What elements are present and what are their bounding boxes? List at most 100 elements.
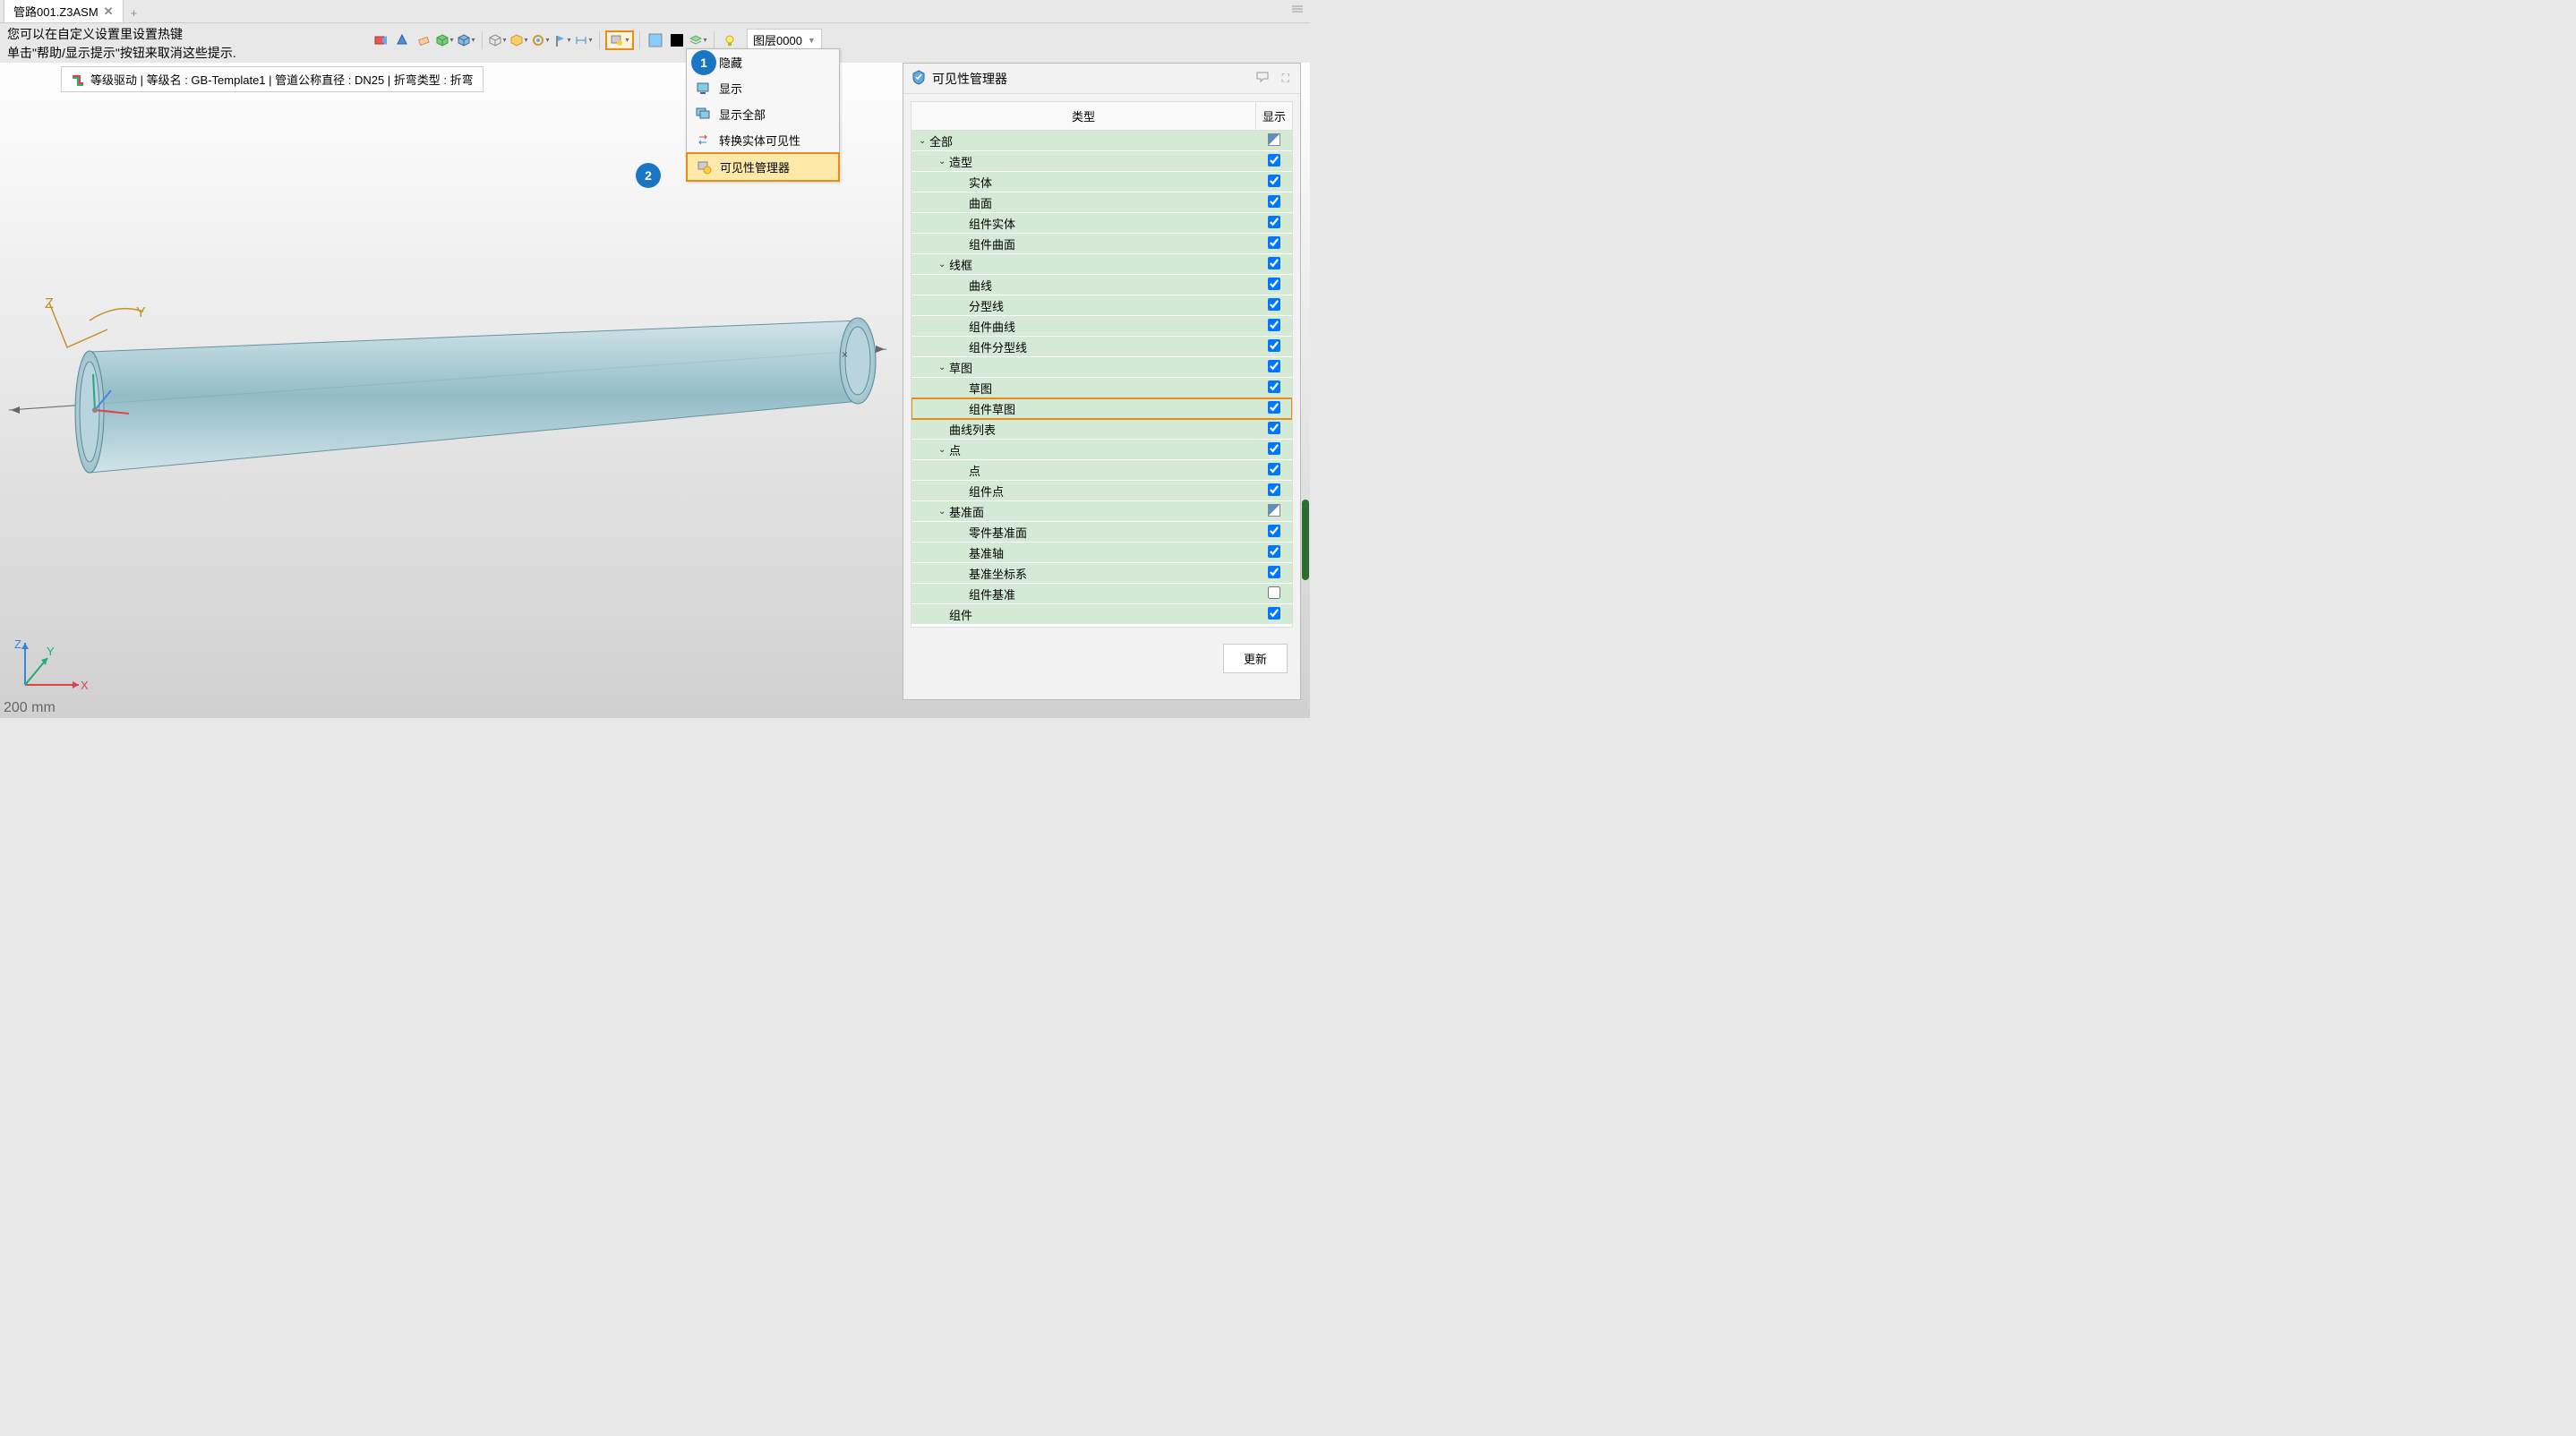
menu-show-all[interactable]: 显示全部 [687, 101, 839, 127]
toggle-icon[interactable]: ⌄ [938, 507, 949, 517]
tree-row[interactable]: 组件草图 [911, 398, 1292, 419]
visibility-dropdown-button[interactable] [605, 30, 634, 50]
tree-label: 组件 [949, 606, 972, 623]
visibility-manager-panel: 可见性管理器 ⛶ 类型 显示 ⌄全部⌄造型实体曲面组件实体组件曲面⌄线框曲线分型… [903, 63, 1301, 700]
color-black-button[interactable] [667, 30, 687, 50]
tree-row[interactable]: 组件分型线 [911, 337, 1292, 357]
svg-text:Y: Y [47, 645, 55, 658]
tab-menu-icon[interactable] [1290, 4, 1305, 17]
breadcrumb-text: 等级驱动 | 等级名 : GB-Template1 | 管道公称直径 : DN2… [90, 71, 474, 88]
visibility-checkbox[interactable] [1256, 401, 1292, 416]
hint-text: 您可以在自定义设置里设置热键 单击"帮助/显示提示"按钮来取消这些提示. [7, 25, 236, 63]
update-button[interactable]: 更新 [1223, 644, 1288, 673]
tree-label: 组件分型线 [969, 338, 1027, 355]
visibility-checkbox[interactable] [1256, 545, 1292, 560]
visibility-checkbox[interactable] [1256, 463, 1292, 478]
tool-1-icon[interactable] [371, 30, 390, 50]
flag-icon[interactable] [552, 30, 572, 50]
tree-row[interactable]: ⌄草图 [911, 357, 1292, 378]
visibility-checkbox[interactable] [1256, 380, 1292, 396]
visibility-checkbox[interactable] [1256, 422, 1292, 437]
visibility-checkbox[interactable] [1256, 133, 1292, 149]
tree-row[interactable]: 分型线 [911, 295, 1292, 316]
tree-row[interactable]: 零件基准面 [911, 522, 1292, 543]
visibility-checkbox[interactable] [1256, 257, 1292, 272]
toggle-icon[interactable]: ⌄ [938, 260, 949, 269]
callout-2: 2 [636, 163, 661, 188]
eraser-icon[interactable] [414, 30, 433, 50]
tree-row[interactable]: ⌄造型 [911, 151, 1292, 172]
visibility-checkbox[interactable] [1256, 442, 1292, 457]
visibility-checkbox[interactable] [1256, 607, 1292, 622]
visibility-checkbox[interactable] [1256, 236, 1292, 252]
menu-show[interactable]: 显示 [687, 75, 839, 101]
scroll-handle[interactable] [1302, 500, 1309, 580]
color-blue-button[interactable] [646, 30, 665, 50]
breadcrumb: 等级驱动 | 等级名 : GB-Template1 | 管道公称直径 : DN2… [61, 66, 484, 92]
tree-row[interactable]: 点 [911, 460, 1292, 481]
tree-row[interactable]: ⌄基准面 [911, 501, 1292, 522]
add-tab-button[interactable]: + [124, 4, 145, 22]
visibility-checkbox[interactable] [1256, 339, 1292, 355]
visibility-checkbox[interactable] [1256, 566, 1292, 581]
tree-row[interactable]: 曲线列表 [911, 419, 1292, 440]
tree-row[interactable]: 组件基准 [911, 584, 1292, 604]
tree-row[interactable]: ⌄全部 [911, 131, 1292, 151]
monitor-all-icon [696, 107, 712, 123]
menu-visibility-manager[interactable]: 可见性管理器 [686, 152, 840, 182]
tree-row[interactable]: 组件曲面 [911, 234, 1292, 254]
menu-swap-visibility[interactable]: 转换实体可见性 [687, 127, 839, 153]
panel-close-icon[interactable]: ⛶ [1279, 72, 1293, 85]
tree-row[interactable]: 基准坐标系 [911, 563, 1292, 584]
document-tab[interactable]: 管路001.Z3ASM ✕ [4, 0, 124, 22]
cube-green-icon[interactable] [435, 30, 455, 50]
visibility-checkbox[interactable] [1256, 195, 1292, 210]
pipe-icon [71, 73, 85, 87]
visibility-checkbox[interactable] [1256, 175, 1292, 190]
visibility-checkbox[interactable] [1256, 319, 1292, 334]
visibility-checkbox[interactable] [1256, 216, 1292, 231]
toggle-icon[interactable]: ⌄ [919, 136, 929, 146]
column-type[interactable]: 类型 [911, 102, 1256, 130]
hexagon-icon[interactable] [509, 30, 529, 50]
visibility-checkbox[interactable] [1256, 154, 1292, 169]
visibility-checkbox[interactable] [1256, 504, 1292, 519]
toggle-icon[interactable]: ⌄ [938, 157, 949, 167]
visibility-checkbox[interactable] [1256, 586, 1292, 602]
tree-row[interactable]: ⌄线框 [911, 254, 1292, 275]
callout-1: 1 [691, 50, 716, 75]
cube-outline-icon[interactable] [488, 30, 508, 50]
column-visible[interactable]: 显示 [1256, 102, 1292, 130]
tree-row[interactable]: 曲线 [911, 275, 1292, 295]
tree-row[interactable]: 组件曲线 [911, 316, 1292, 337]
tree-row[interactable]: 实体 [911, 172, 1292, 192]
tree-row[interactable]: 曲面 [911, 192, 1292, 213]
tree-row[interactable]: 组件点 [911, 481, 1292, 501]
tree-label: 曲面 [969, 194, 992, 211]
cube-blue-icon[interactable] [457, 30, 476, 50]
tree-row[interactable]: 基准轴 [911, 543, 1292, 563]
swap-icon [696, 132, 712, 149]
tree-row[interactable]: 草图 [911, 378, 1292, 398]
tree-label: 实体 [969, 174, 992, 191]
visibility-checkbox[interactable] [1256, 525, 1292, 540]
tool-2-icon[interactable] [392, 30, 412, 50]
visibility-checkbox[interactable] [1256, 360, 1292, 375]
tree-label: 组件草图 [969, 400, 1015, 417]
bulb-icon[interactable] [720, 30, 740, 50]
visibility-tree[interactable]: ⌄全部⌄造型实体曲面组件实体组件曲面⌄线框曲线分型线组件曲线组件分型线 ⌄草图草图… [911, 131, 1292, 628]
tree-row[interactable]: 组件实体 [911, 213, 1292, 234]
toggle-icon[interactable]: ⌄ [938, 445, 949, 455]
panel-bubble-icon[interactable] [1252, 71, 1273, 86]
tree-label: 曲线列表 [949, 421, 996, 438]
layers-icon[interactable] [689, 30, 708, 50]
tree-row[interactable]: ⌄点 [911, 440, 1292, 460]
visibility-checkbox[interactable] [1256, 483, 1292, 499]
close-icon[interactable]: ✕ [104, 4, 114, 19]
circle-target-icon[interactable] [531, 30, 551, 50]
toggle-icon[interactable]: ⌄ [938, 363, 949, 372]
visibility-checkbox[interactable] [1256, 278, 1292, 293]
dimension-icon[interactable] [574, 30, 594, 50]
tree-row[interactable]: 组件 [911, 604, 1292, 625]
visibility-checkbox[interactable] [1256, 298, 1292, 313]
